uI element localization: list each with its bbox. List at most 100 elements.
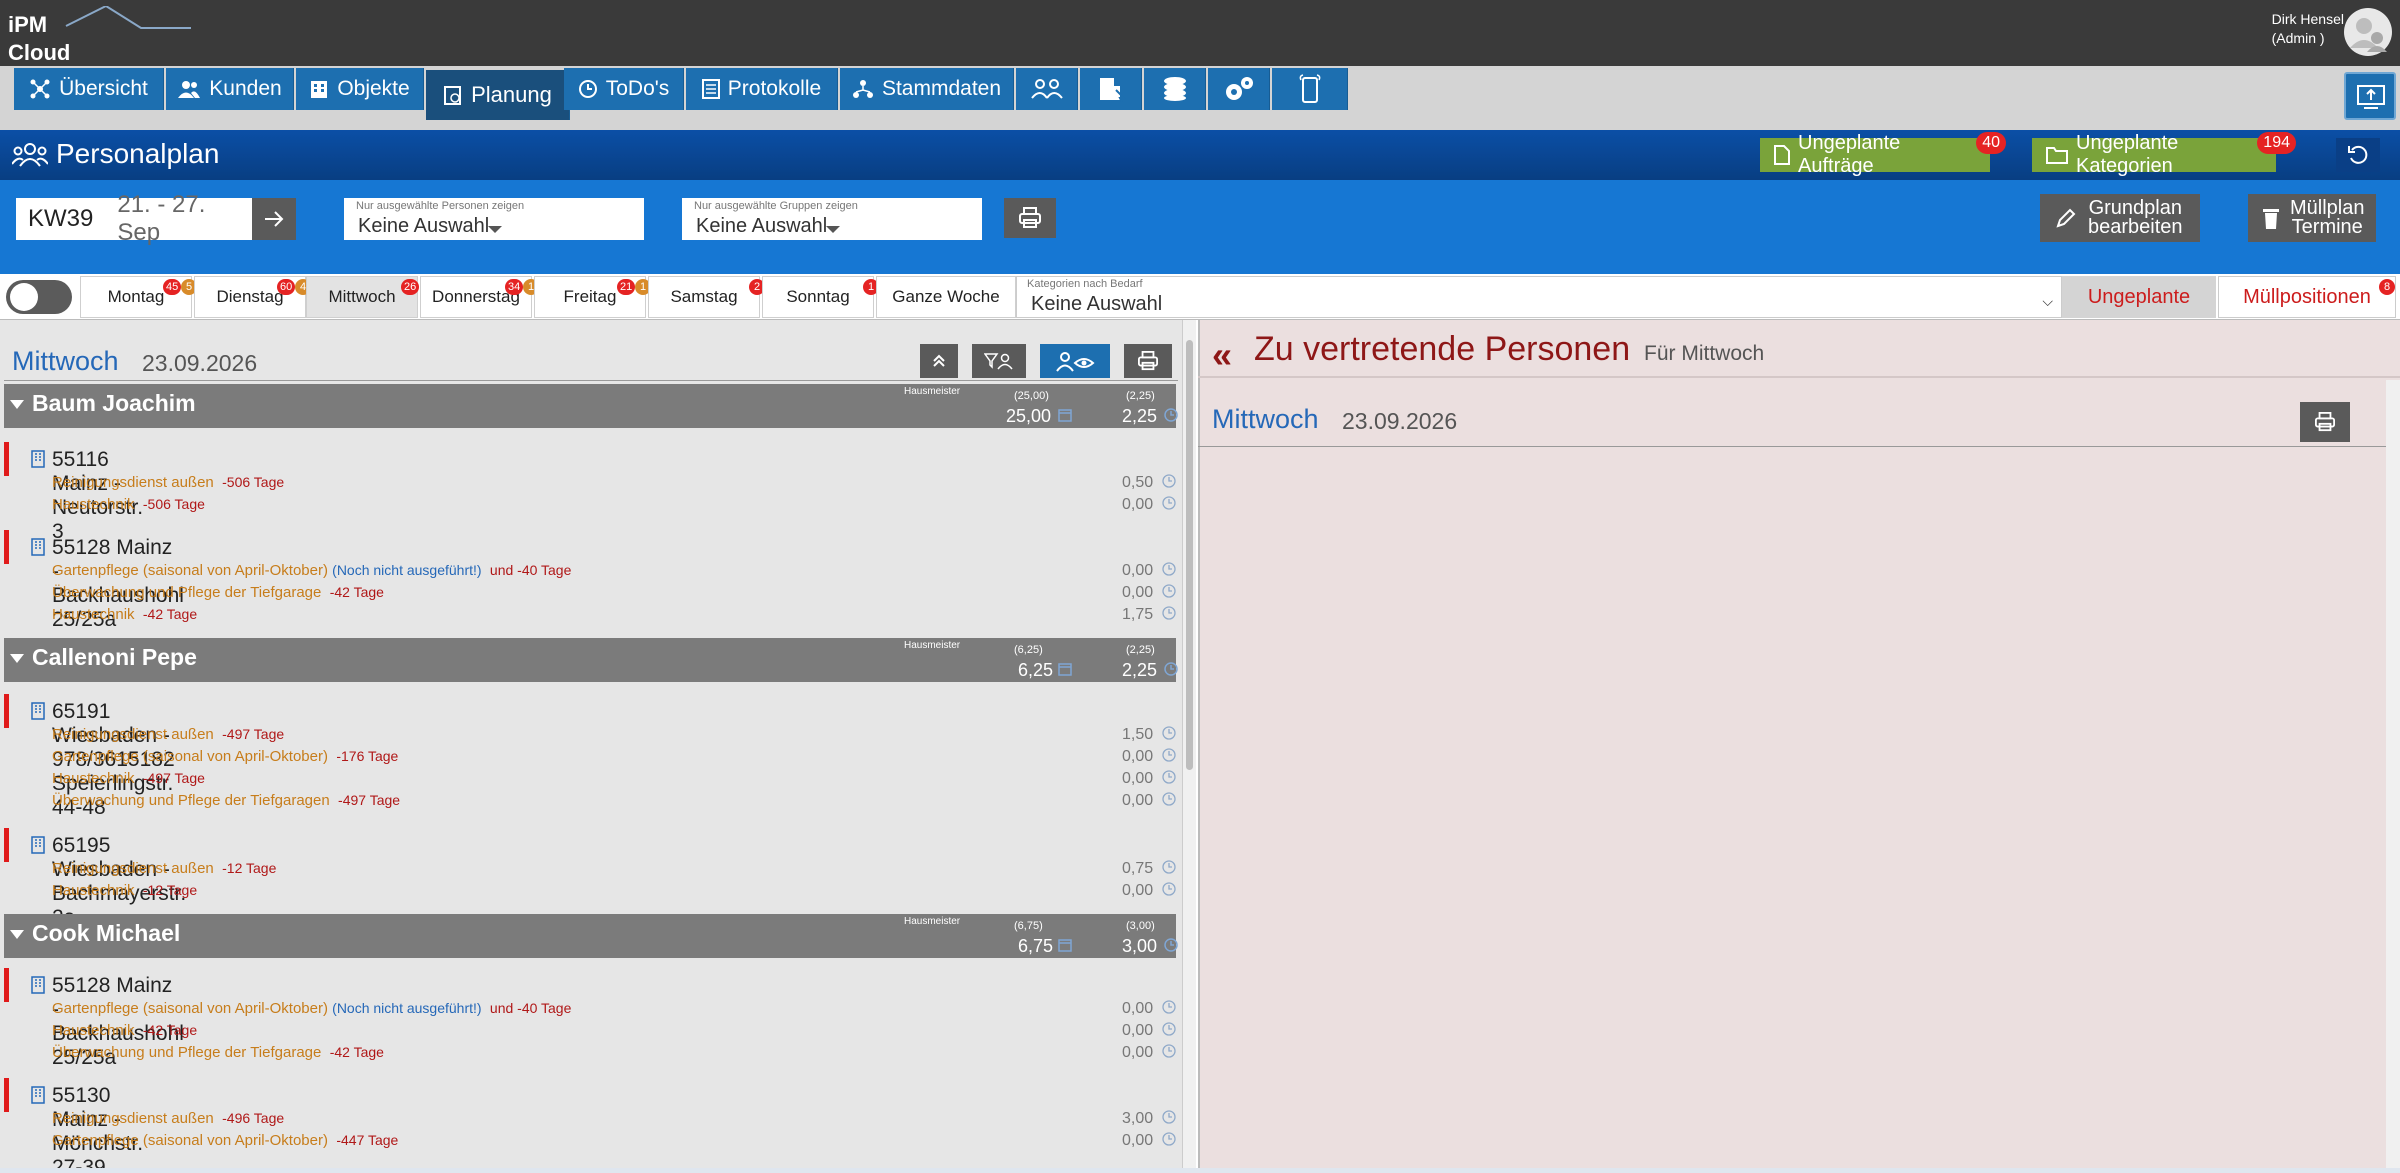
right-scrollbar[interactable]	[2386, 380, 2400, 1168]
substitute-title: Zu vertretende Personen	[1254, 330, 1631, 368]
week-selector[interactable]: KW39 21. - 27. Sep	[16, 191, 252, 246]
print-button[interactable]	[1004, 198, 1056, 238]
groups-filter-select[interactable]: Nur ausgewählte Gruppen zeigen Keine Aus…	[682, 198, 982, 240]
task-row[interactable]: Überwachung und Pflege der Tiefgaragen -…	[4, 790, 1176, 812]
divider	[4, 380, 1178, 381]
arrow-right-icon	[263, 210, 285, 228]
refresh-button[interactable]	[2336, 138, 2380, 172]
nav-screen-button[interactable]	[2344, 72, 2396, 120]
ungeplante-kategorien-button[interactable]: Ungeplante Kategorien 194	[2032, 132, 2296, 177]
printer-icon	[1137, 351, 1159, 371]
print-substitutes-button[interactable]	[2300, 402, 2350, 442]
coins-icon	[1160, 76, 1190, 102]
category-select[interactable]: Kategorien nach Bedarf Keine Auswahl ⌵	[1016, 276, 2062, 318]
nav-planung[interactable]: Planung	[426, 70, 570, 120]
tab-montag[interactable]: Montag 45 5	[80, 276, 197, 318]
clock-icon	[1164, 408, 1178, 422]
nav-todos[interactable]: ToDo's	[564, 68, 684, 110]
plan-panel: Mittwoch 23.09.2026 Baum Joachim Hausmei…	[0, 320, 1196, 1168]
filter-person-button[interactable]	[972, 344, 1026, 378]
person-header[interactable]: Cook Michael Hausmeister (6,75) 6,75 (3,…	[4, 914, 1178, 958]
right-day-title: Mittwoch	[1212, 404, 1319, 434]
tab-ungeplante[interactable]: Ungeplante	[2062, 276, 2216, 318]
clock-icon	[1162, 770, 1176, 784]
nav-kunden[interactable]: Kunden	[166, 68, 294, 110]
nav-finance[interactable]	[1144, 68, 1206, 110]
clock-icon	[1162, 1044, 1176, 1058]
person-header[interactable]: Baum Joachim Hausmeister (25,00) 25,00 (…	[4, 384, 1178, 428]
left-scrollbar[interactable]	[1182, 320, 1196, 1168]
persons-filter-select[interactable]: Nur ausgewählte Personen zeigen Keine Au…	[344, 198, 644, 240]
double-chevron-left-icon[interactable]: «	[1212, 334, 1232, 376]
task-row[interactable]: Reinigungsdienst außen -496 Tage 3,00	[4, 1108, 1176, 1130]
task-row[interactable]: Überwachung und Pflege der Tiefgarage -4…	[4, 1042, 1176, 1064]
building-icon	[30, 702, 46, 720]
nav-settings[interactable]	[1208, 68, 1270, 110]
clock-icon	[1162, 1022, 1176, 1036]
collapse-triangle-icon[interactable]	[10, 400, 24, 409]
day-tabs: Montag 45 5 Dienstag 60 4 Mittwoch 26 Do…	[0, 274, 2400, 320]
task-row[interactable]: Reinigungsdienst außen -12 Tage 0,75	[4, 858, 1176, 880]
clock-icon	[1164, 938, 1178, 952]
task-row[interactable]: Haustechnik -42 Tage 0,00	[4, 1020, 1176, 1042]
task-row[interactable]: Gartenpflege (saisonal von April-Oktober…	[4, 1130, 1176, 1152]
view-person-button[interactable]	[1040, 344, 1110, 378]
left-scrollbar-thumb[interactable]	[1186, 340, 1193, 770]
mobile-phone-icon	[1299, 74, 1321, 104]
hierarchy-icon	[852, 79, 874, 99]
filter-user-icon	[984, 351, 1014, 371]
task-row[interactable]: Haustechnik -497 Tage 0,00	[4, 768, 1176, 790]
view-toggle[interactable]	[6, 280, 72, 314]
building-icon	[30, 976, 46, 994]
week-range: 21. - 27. Sep	[117, 191, 206, 246]
users-icon	[177, 79, 201, 99]
nav-stammdaten[interactable]: Stammdaten	[840, 68, 1014, 110]
grundplan-bearbeiten-button[interactable]: Grundplan bearbeiten	[2040, 194, 2200, 242]
avatar[interactable]	[2344, 8, 2392, 56]
task-row[interactable]: Gartenpflege (saisonal von April-Oktober…	[4, 998, 1176, 1020]
muellplan-termine-button[interactable]: Müllplan Termine	[2248, 194, 2376, 242]
building-icon	[30, 538, 46, 556]
task-row[interactable]: Haustechnik -12 Tage 0,00	[4, 880, 1176, 902]
tab-muellpositionen[interactable]: Müllpositionen 8	[2218, 276, 2396, 318]
ungeplante-auftraege-button[interactable]: Ungeplante Aufträge 40	[1760, 132, 2006, 177]
nav-uebersicht[interactable]: Übersicht	[14, 68, 164, 110]
tab-ganze-woche[interactable]: Ganze Woche	[876, 276, 1016, 318]
nav-mobile[interactable]	[1272, 68, 1348, 110]
clock-icon	[1162, 1000, 1176, 1014]
gears-icon	[1223, 75, 1255, 103]
tab-dienstag[interactable]: Dienstag 60 4	[194, 276, 311, 318]
tab-samstag[interactable]: Samstag 2	[648, 276, 765, 318]
tab-freitag[interactable]: Freitag 21 1	[534, 276, 651, 318]
person-header[interactable]: Callenoni Pepe Hausmeister (6,25) 6,25 (…	[4, 638, 1178, 682]
clock-icon	[1162, 606, 1176, 620]
clock-icon	[1162, 584, 1176, 598]
nav-personal[interactable]	[1016, 68, 1078, 110]
task-row[interactable]: Haustechnik -42 Tage 1,75	[4, 604, 1176, 626]
task-row[interactable]: Reinigungsdienst außen -497 Tage 1,50	[4, 724, 1176, 746]
left-date: 23.09.2026	[142, 350, 258, 376]
task-row[interactable]: Gartenpflege (saisonal von April-Oktober…	[4, 746, 1176, 768]
task-row[interactable]: Haustechnik -506 Tage 0,00	[4, 494, 1176, 516]
tab-mittwoch[interactable]: Mittwoch 26	[306, 276, 420, 318]
nav-protokolle[interactable]: Protokolle	[686, 68, 838, 110]
task-row[interactable]: Reinigungsdienst außen -506 Tage 0,50	[4, 472, 1176, 494]
nav-buildings[interactable]	[1080, 68, 1142, 110]
personnel-group-icon	[12, 142, 48, 168]
tab-donnerstag[interactable]: Donnerstag 34 1	[420, 276, 539, 318]
app-logo[interactable]: iPM Cloud	[6, 6, 196, 65]
collapse-triangle-icon[interactable]	[10, 930, 24, 939]
pencil-icon	[2054, 206, 2078, 230]
collapse-all-button[interactable]	[920, 344, 958, 378]
task-row[interactable]: Gartenpflege (saisonal von April-Oktober…	[4, 560, 1176, 582]
print-day-button[interactable]	[1124, 344, 1172, 378]
collapse-triangle-icon[interactable]	[10, 654, 24, 663]
page-header: Personalplan Ungeplante Aufträge 40 Unge…	[0, 130, 2400, 180]
tab-sonntag[interactable]: Sonntag 1	[762, 276, 879, 318]
next-week-button[interactable]	[252, 198, 296, 240]
building-icon	[30, 1086, 46, 1104]
nav-objekte[interactable]: Objekte	[296, 68, 424, 110]
building-icon	[309, 79, 329, 99]
chevron-down-icon: ⌵	[2042, 293, 2053, 309]
task-row[interactable]: Überwachung und Pflege der Tiefgarage -4…	[4, 582, 1176, 604]
